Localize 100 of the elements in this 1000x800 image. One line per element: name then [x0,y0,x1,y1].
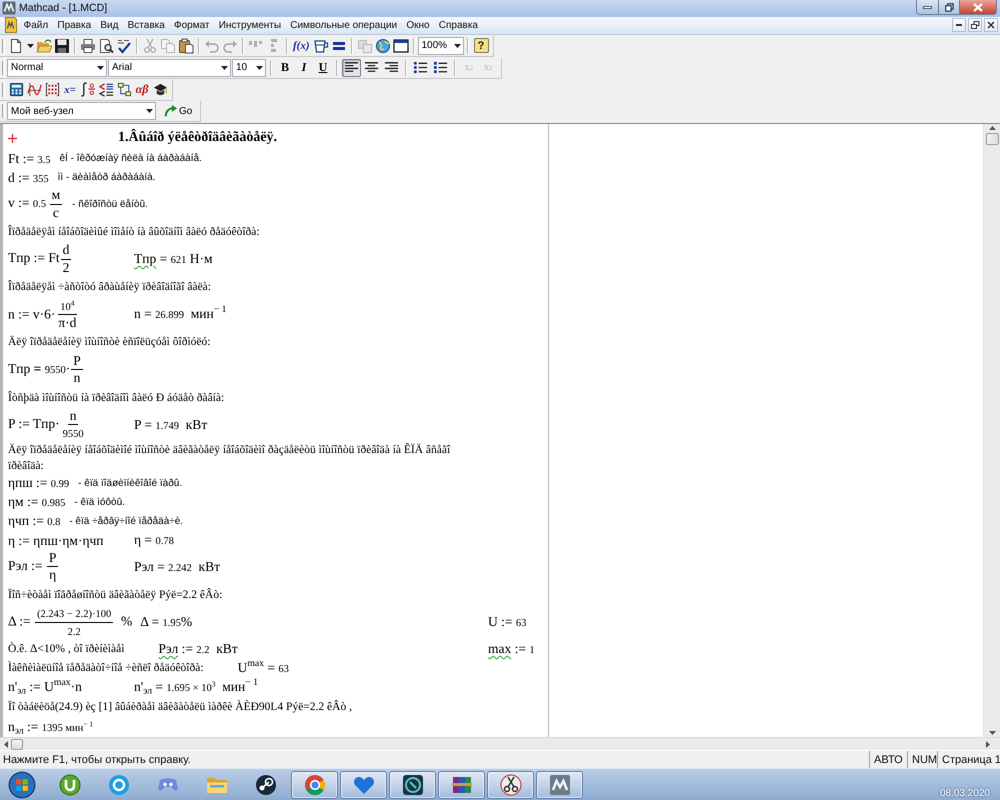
menu-item[interactable]: Файл [19,20,53,31]
address-dropdown[interactable]: Мой веб-узел [7,102,156,120]
menu-item[interactable]: Справка [434,20,483,31]
math-result: Pэл = 2.242 кВт [134,558,220,576]
crosshair-icon [8,134,17,143]
math-result: Tпр = 621 Н·м [134,251,213,268]
font-size-dropdown[interactable]: 10 [232,58,266,77]
restore-button[interactable] [939,0,960,14]
math-expression: P := Tпр· n 9550 [8,408,85,442]
close-icon [987,21,995,30]
caret-icon [97,66,104,70]
math-expression: n$_{эл}$ := 1395 мин$^{− 1}$ [8,718,94,736]
magnifier-page-icon[interactable] [98,38,114,54]
paragraph-text: Îïðåäåëÿåì ÷àñòîòó âðàùåíèÿ ïðèâîäíîãî âàëà: [8,279,211,295]
comparison-icon[interactable] [98,82,114,98]
function-button[interactable]: f(x) [291,36,312,55]
taskbar-button[interactable] [487,770,534,799]
tick-icon[interactable] [116,38,132,54]
paragraph-text: Ò.ê. Δ<10% , òî ïðèíèìàåì [8,641,124,658]
paragraph-text: Ïî òàáëèöå(24.9) èç [1] âûáèðàåì äâèãàòåëü ìàðêè ÀÈÐ90L4 Pýë=2.2 êÂò , [8,699,352,716]
arrow-right-icon[interactable] [986,740,990,748]
math-expression: d := 355 [8,170,49,186]
paragraph-text: Ïîñ÷èòàåì ïîãðåøíîñòü äâèãàòåëÿ Pýë=2.2 êÂò: [8,587,222,603]
cup-icon[interactable] [312,38,328,54]
minimize-icon [956,24,962,26]
worksheet-title: 1.Âûáîð ýëåêòðîäâèãàòåëÿ. [118,130,278,146]
menu-item[interactable]: Символьные операции [286,20,402,31]
comment-text: êÍ - îêðóæíàÿ ñèëà íà áàðàáàíå. [60,153,202,164]
arrow-up-icon[interactable] [988,126,996,130]
taskbar-button[interactable] [389,770,436,799]
minimize-button[interactable] [952,18,966,32]
close-icon [973,2,983,12]
evaluation-button[interactable]: x= [61,80,79,99]
math-expression: U$^{max}$ = 63 [238,660,289,676]
menu-item[interactable]: Окно [402,20,434,31]
date-text: 08.03.2020 [940,788,990,799]
taskbar-button[interactable] [438,770,485,799]
orb-icon [8,770,36,799]
math-result: n = 26.899 мин$^{− 1}$ [134,306,227,324]
caret-icon[interactable] [26,44,34,48]
close-button[interactable] [984,18,998,32]
arrow-down-icon[interactable] [988,731,996,736]
scroll-thumb[interactable] [986,133,998,146]
bullet-list-icon [413,60,428,76]
integral-icon[interactable] [80,82,96,98]
restore-button[interactable] [968,18,982,32]
arrow-left-icon[interactable] [4,740,8,748]
paragraph-text: Îïðåäåëÿåì íåîáõîäèìûé ìîìåíò íà âûõîäíîì âàëó ðåäóêòîðà: [8,224,260,240]
style-dropdown[interactable]: Normal [7,58,107,77]
matrix-icon[interactable] [44,82,60,98]
status-text: Нажмите F1, чтобы открыть справку. [3,754,191,766]
bold-button[interactable]: B [276,58,294,77]
menu-item[interactable]: Вставка [123,20,170,31]
greek-button[interactable]: αβ [133,80,151,99]
menu-item[interactable]: Правка [52,20,96,31]
go-button[interactable]: Go [160,102,196,120]
math-result: n'$_{эл}$ = 1.695 × 10$^{3}$ мин$^{− 1}$ [134,678,258,696]
help-button[interactable]: ? [474,38,488,54]
math-expression: ηчп := 0.8 [8,513,60,530]
comment-text: - êïä ìóôòû. [74,497,125,508]
window-icon[interactable] [392,38,408,54]
comment-text: ìì - äèàìåòð áàðàáàíà. [58,172,156,184]
menu-item[interactable]: Вид [96,20,124,31]
math-expression: n'$_{эл}$ := U$^{max}$·n [8,679,83,696]
minimize-button[interactable] [917,0,939,14]
caret-icon [454,44,460,48]
math-expression: max := 1 [488,640,536,658]
scissors-icon [498,772,522,797]
graduation-cap-icon[interactable] [152,82,168,98]
math-result: P = 1.749 кВт [134,416,208,434]
wheel-icon [254,772,278,797]
document-icon [4,17,18,34]
caret-icon [146,109,153,114]
disc-icon [58,772,82,797]
restore-icon [944,2,954,12]
math-expression: η := ηпш·ηм·ηчп [8,532,105,549]
italic-button[interactable]: I [295,58,313,77]
menu-item[interactable]: Формат [169,20,214,31]
globe-icon[interactable] [374,38,390,54]
math-expression: U := 63 [488,614,528,631]
page-icon[interactable] [8,38,24,54]
printer-icon[interactable] [80,38,96,54]
zoom-dropdown[interactable]: 100% [418,36,464,55]
scroll-thumb[interactable] [11,738,23,750]
comment-text: - ñêîðîñòü ëåíòû. [72,198,148,210]
calculator-icon[interactable] [8,82,24,98]
math-result: η = 0.78 [134,532,174,549]
clipboard-icon[interactable] [178,38,194,54]
disc-icon [106,772,130,797]
flowchart-icon[interactable] [116,82,132,98]
restore-icon [970,21,980,30]
font-dropdown[interactable]: Arial [108,58,231,77]
caret-icon [221,66,228,70]
underline-button[interactable]: U [314,58,332,77]
menu-item[interactable]: Инструменты [214,20,286,31]
math-result: Δ = 1.95% [140,614,192,631]
graph-icon[interactable] [26,82,42,98]
app-icon [2,1,16,15]
folder-icon[interactable] [36,38,52,54]
align-left-button[interactable] [342,58,361,77]
